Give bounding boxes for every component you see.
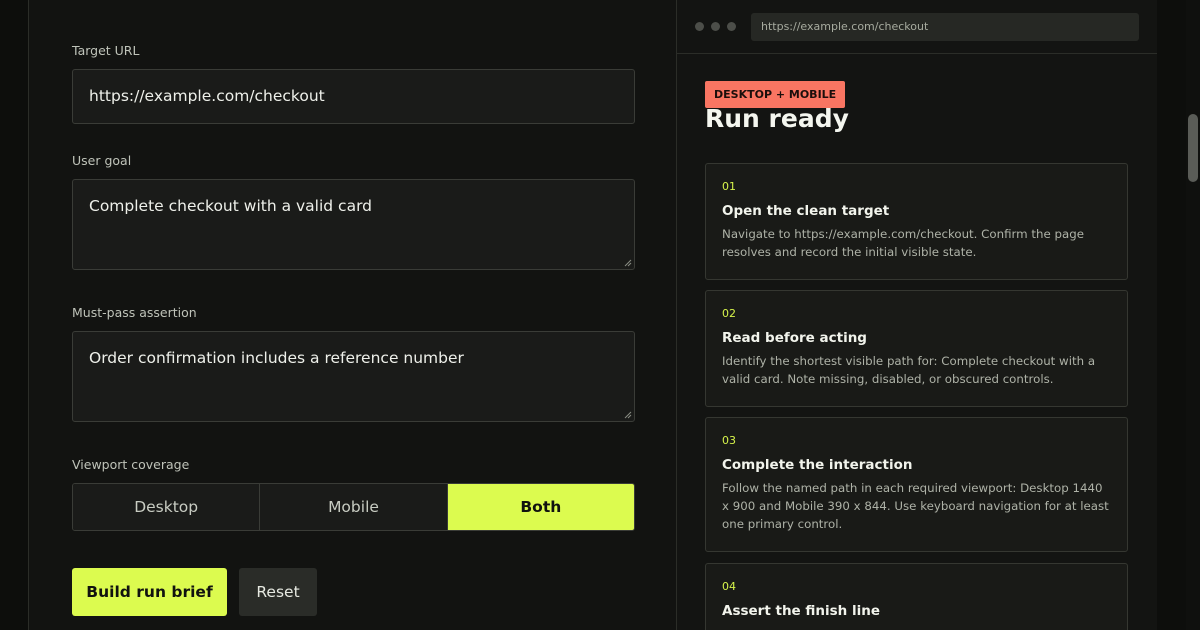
step-card: 02 Read before acting Identify the short… — [705, 290, 1128, 407]
user-goal-label: User goal — [72, 153, 132, 168]
viewport-option-desktop[interactable]: Desktop — [73, 484, 261, 530]
preview-panel: https://example.com/checkout DESKTOP + M… — [676, 0, 1157, 630]
run-title: Run ready — [705, 104, 849, 133]
viewport-option-mobile[interactable]: Mobile — [260, 484, 448, 530]
viewport-label: Viewport coverage — [72, 457, 190, 472]
viewport-segmented-control: Desktop Mobile Both — [72, 483, 635, 531]
step-title: Read before acting — [722, 330, 867, 346]
target-url-input[interactable]: https://example.com/checkout — [72, 69, 635, 124]
step-description: Identify the shortest visible path for: … — [722, 354, 1096, 386]
resize-grip-icon[interactable] — [624, 259, 632, 267]
step-title: Complete the interaction — [722, 457, 913, 473]
step-card: 04 Assert the finish line — [705, 563, 1128, 630]
assertion-label: Must-pass assertion — [72, 305, 197, 320]
step-number: 04 — [722, 580, 736, 593]
step-title: Assert the finish line — [722, 603, 881, 619]
target-url-label: Target URL — [72, 43, 140, 58]
reset-button[interactable]: Reset — [239, 568, 317, 616]
resize-grip-icon[interactable] — [624, 411, 632, 419]
step-card: 01 Open the clean target Navigate to htt… — [705, 163, 1128, 280]
page-scrollbar[interactable] — [1186, 0, 1200, 630]
window-dot-icon — [727, 22, 736, 31]
preview-url-bar: https://example.com/checkout — [751, 13, 1139, 41]
browser-bar: https://example.com/checkout — [677, 0, 1157, 54]
step-number: 02 — [722, 307, 736, 320]
step-number: 03 — [722, 434, 736, 447]
user-goal-value: Complete checkout with a valid card — [89, 197, 373, 215]
build-run-brief-button[interactable]: Build run brief — [72, 568, 227, 616]
user-goal-textarea[interactable]: Complete checkout with a valid card — [72, 179, 635, 270]
assertion-value: Order confirmation includes a reference … — [89, 349, 464, 367]
step-card: 03 Complete the interaction Follow the n… — [705, 417, 1128, 552]
scrollbar-thumb[interactable] — [1188, 114, 1198, 182]
step-description: Follow the named path in each required v… — [722, 481, 1109, 531]
viewport-option-both[interactable]: Both — [447, 484, 634, 530]
step-number: 01 — [722, 180, 736, 193]
step-title: Open the clean target — [722, 203, 890, 219]
window-dot-icon — [695, 22, 704, 31]
step-description: Navigate to https://example.com/checkout… — [722, 227, 1084, 259]
window-dot-icon — [711, 22, 720, 31]
assertion-textarea[interactable]: Order confirmation includes a reference … — [72, 331, 635, 422]
